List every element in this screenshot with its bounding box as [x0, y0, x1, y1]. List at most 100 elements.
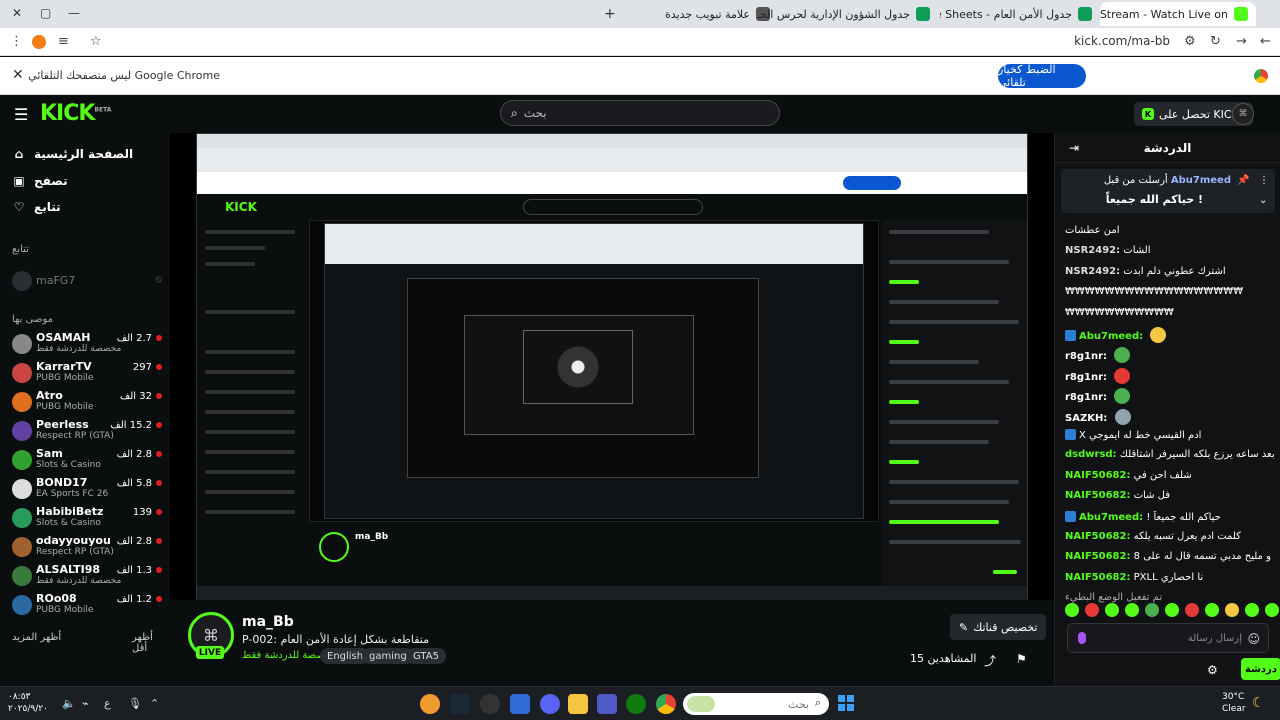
kick-logo[interactable]: KICKBETA — [40, 101, 111, 126]
emote-icon[interactable] — [1225, 603, 1239, 617]
app-icon[interactable] — [510, 694, 530, 714]
show-more-link[interactable]: أظهر المزيد — [12, 632, 61, 643]
sidebar-channel[interactable]: odayyouyou Respect RP (GTA) 2.8 الف — [12, 534, 162, 560]
chat-message[interactable]: NAIF50682: و مليح مدبي تسمه قال له على 8 — [1065, 551, 1275, 567]
chat-message[interactable]: X ادم القيسي خط له ايموجي — [1065, 429, 1275, 445]
chat-username[interactable]: r8g1nr: — [1065, 392, 1107, 403]
chat-username[interactable]: r8g1nr: — [1065, 351, 1107, 362]
sidebar-channel[interactable]: OSAMAH مخصصة للدردشة فقط 2.7 الف — [12, 331, 162, 357]
steam-icon[interactable] — [450, 694, 470, 714]
chat-username[interactable]: NAIF50682: — [1065, 470, 1130, 481]
sidebar-channel[interactable]: HabibiBetz Slots & Casino 139 — [12, 505, 162, 531]
pinned-message[interactable]: Abu7meed أرسلت من قبل ! حياكم الله جميعا… — [1061, 169, 1275, 213]
chat-message[interactable]: r8g1nr: — [1065, 388, 1275, 405]
send-chat-button[interactable]: دردشة — [1241, 658, 1280, 680]
microphone-tray-icon[interactable]: 🎙 — [128, 697, 142, 710]
minimize-window-icon[interactable]: — — [68, 6, 80, 20]
url-text[interactable]: kick.com/ma-bb — [1074, 34, 1170, 48]
back-icon[interactable]: ← — [1260, 34, 1271, 49]
taskbar-search-input[interactable] — [719, 697, 809, 711]
search-icon[interactable]: ⌕ — [511, 106, 518, 121]
chat-username[interactable]: NAIF50682: — [1065, 572, 1130, 583]
channel-name[interactable]: ma_Bb — [242, 614, 294, 630]
chat-message[interactable]: NSR2492: الشات — [1065, 245, 1275, 261]
chat-username[interactable]: NAIF50682: — [1065, 490, 1130, 501]
chevron-down-icon[interactable]: ⌄ — [1259, 195, 1267, 206]
weather-widget[interactable]: 30°C Clear — [1222, 691, 1246, 715]
volume-icon[interactable]: 🔈 — [62, 697, 76, 710]
app-icon[interactable] — [420, 694, 440, 714]
chat-settings-icon[interactable]: ⚙ — [1207, 663, 1218, 677]
chrome-icon[interactable] — [656, 694, 676, 714]
chat-message[interactable]: NSR2492: اشترك عطوني دلم ابدت — [1065, 266, 1275, 282]
file-explorer-icon[interactable] — [568, 694, 588, 714]
show-less-link[interactable]: أظهر أقل — [132, 632, 170, 654]
search-input[interactable] — [523, 106, 724, 120]
sidebar-channel[interactable]: KarrarTV PUBG Mobile 297 — [12, 360, 162, 386]
emote-icon[interactable] — [1245, 603, 1259, 617]
chat-message[interactable]: dsdwrsd: اليوم الساعه 9 بعد ساعه يرزع بل… — [1065, 449, 1275, 465]
sidebar-channel[interactable]: ROo08 PUBG Mobile 1.2 الف — [12, 592, 162, 618]
chat-username[interactable]: NSR2492: — [1065, 245, 1120, 256]
chat-username[interactable]: Abu7meed: — [1079, 331, 1143, 342]
browser-tab[interactable]: جدول الأمن العام - Google Sheets — [940, 2, 1100, 26]
extension-icon[interactable] — [32, 35, 46, 49]
chat-input[interactable] — [1092, 632, 1242, 644]
search-icon[interactable]: ⌕ — [815, 696, 821, 710]
set-default-button[interactable]: الضبط كخيار تلقائي — [998, 63, 1086, 89]
chevron-up-icon[interactable]: ⌃ — [150, 697, 159, 710]
sidebar-channel[interactable]: Atro PUBG Mobile 32 الف — [12, 389, 162, 415]
maximize-window-icon[interactable]: ▢ — [40, 6, 51, 20]
sidebar-item-following[interactable]: ♡ تتابع — [12, 200, 61, 214]
emote-icon[interactable] — [1125, 603, 1139, 617]
sidebar-item-browse[interactable]: ▣ تصفح — [12, 174, 67, 188]
chat-message[interactable]: امن عطشات — [1065, 225, 1275, 241]
chat-username[interactable]: NAIF50682: — [1065, 531, 1130, 542]
emote-icon[interactable] — [1145, 603, 1159, 617]
chat-message[interactable]: r8g1nr: — [1065, 367, 1275, 384]
chat-message[interactable]: NAIF50682: فل شات — [1065, 490, 1275, 506]
chat-username[interactable]: NSR2492: — [1065, 266, 1120, 277]
chat-message[interactable]: SAZKH: — [1065, 408, 1275, 425]
sidebar-item-home[interactable]: ⌂ الصفحة الرئيسية — [12, 147, 133, 161]
teams-icon[interactable] — [597, 694, 617, 714]
emoji-icon[interactable]: ☺ — [1247, 632, 1260, 646]
chat-message[interactable]: ₩₩₩₩₩₩₩₩₩₩₩ — [1065, 307, 1275, 323]
language-indicator[interactable]: ع — [104, 697, 111, 710]
sidebar-channel[interactable]: ALSALTI98 مخصصة للدردشة فقط 1.3 الف — [12, 563, 162, 589]
browser-tab[interactable]: جدول الشؤون الإدارية لحرس الحدود — [758, 2, 938, 26]
share-icon[interactable]: ⤴ — [984, 652, 996, 669]
chat-username[interactable]: dsdwrsd: — [1065, 449, 1117, 460]
pin-icon[interactable]: 📌 — [1237, 175, 1249, 186]
sidebar-channel[interactable]: Peerless Respect RP (GTA) 15.2 الف — [12, 418, 162, 444]
browser-tab[interactable]: علامة تبويب جديدة — [628, 2, 778, 26]
more-options-icon[interactable]: ⋮ — [1259, 175, 1269, 186]
chat-message[interactable]: Abu7meed: ! حياكم الله جميعاً — [1065, 510, 1275, 527]
system-clock[interactable]: ٠٨:٥٣ ٢٠٢٥/٩/٢٠ — [8, 691, 48, 715]
chat-message[interactable]: NAIF50682: PXLL نا احصاري — [1065, 572, 1275, 588]
site-info-icon[interactable]: ⚙ — [1184, 34, 1196, 49]
chat-message[interactable]: NAIF50682: شلف احن في — [1065, 470, 1275, 486]
stream-tag[interactable]: GTA5 — [406, 648, 446, 664]
forward-icon[interactable]: → — [1236, 34, 1247, 49]
chat-username[interactable]: NAIF50682: — [1065, 551, 1130, 562]
new-tab-icon[interactable]: + — [604, 6, 616, 22]
chat-username[interactable]: Abu7meed: — [1079, 512, 1143, 523]
discord-icon[interactable] — [540, 694, 560, 714]
microphone-icon[interactable] — [1078, 632, 1086, 644]
chat-message[interactable]: Abu7meed: — [1065, 327, 1275, 343]
emote-icon[interactable] — [1185, 603, 1199, 617]
hamburger-menu-icon[interactable]: ☰ — [14, 105, 28, 124]
chat-username[interactable]: SAZKH: — [1065, 413, 1107, 424]
more-menu-icon[interactable]: ⋮ — [10, 34, 23, 49]
bookmark-star-icon[interactable]: ☆ — [90, 34, 102, 49]
app-icon[interactable] — [480, 694, 500, 714]
chat-message[interactable]: ₩₩₩₩₩₩₩₩₩₩₩₩₩₩₩₩₩₩ — [1065, 286, 1275, 302]
sidebar-channel[interactable]: Sam Slots & Casino 2.8 الف — [12, 447, 162, 473]
network-icon[interactable]: ⌁ — [82, 697, 89, 710]
emote-icon[interactable] — [1165, 603, 1179, 617]
user-avatar[interactable]: ⌘ — [1232, 103, 1254, 125]
video-player[interactable]: KICK ma_Bb — [170, 133, 1054, 600]
emote-icon[interactable] — [1085, 603, 1099, 617]
reading-list-icon[interactable]: ≡ — [58, 34, 69, 49]
